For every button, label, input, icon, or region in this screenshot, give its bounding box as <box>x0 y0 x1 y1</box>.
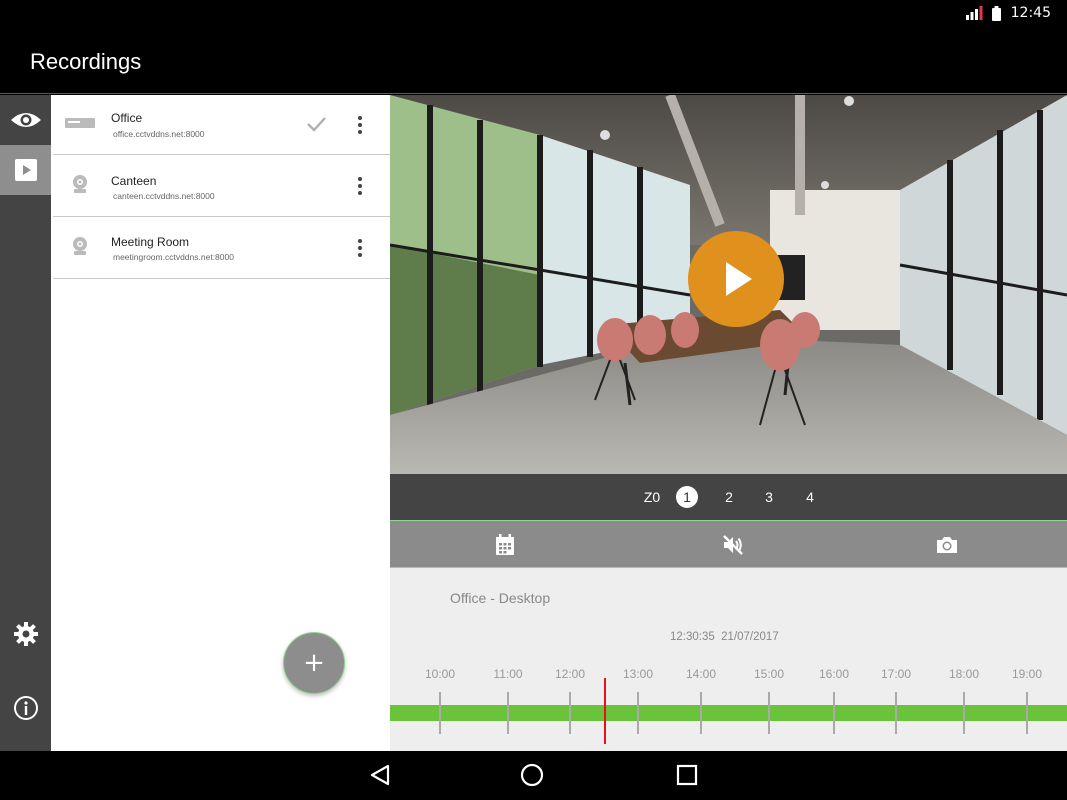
channel-3[interactable]: 3 <box>758 486 780 508</box>
hour-label: 16:00 <box>818 667 850 681</box>
status-time: 12:45 <box>1010 5 1051 21</box>
more-options-icon[interactable] <box>353 236 367 260</box>
device-name: Canteen <box>111 174 157 188</box>
status-bar: 12:45 <box>0 0 1067 28</box>
video-preview[interactable] <box>390 95 1067 474</box>
device-item-canteen[interactable]: Canteen canteen.cctvddns.net:8000 <box>53 155 390 217</box>
snapshot-button[interactable] <box>935 533 959 557</box>
device-host: office.cctvddns.net:8000 <box>113 129 205 139</box>
zoom-button[interactable]: Z0 <box>638 486 666 508</box>
side-rail <box>0 95 51 751</box>
device-host: canteen.cctvddns.net:8000 <box>113 191 215 201</box>
device-item-meeting-room[interactable]: Meeting Room meetingroom.cctvddns.net:80… <box>53 217 390 279</box>
volume-off-icon <box>723 535 743 555</box>
home-button[interactable] <box>518 761 546 789</box>
hour-tick <box>1026 692 1028 734</box>
device-name: Meeting Room <box>111 235 190 249</box>
channel-bar: Z0 1 2 3 4 <box>390 474 1067 520</box>
info-button[interactable] <box>0 683 51 733</box>
timeline-timestamp: 12:30:35 21/07/2017 <box>670 631 779 643</box>
hour-label: 17:00 <box>880 667 912 681</box>
hour-label: 11:00 <box>493 667 523 681</box>
eye-icon <box>10 113 41 127</box>
app-bar: Recordings <box>0 28 1067 94</box>
add-device-button[interactable]: + <box>283 632 345 694</box>
calendar-button[interactable] <box>493 533 517 557</box>
battery-icon <box>991 5 1001 21</box>
channel-4[interactable]: 4 <box>799 486 821 508</box>
device-list-panel: Office office.cctvddns.net:8000 Canteen … <box>51 95 390 751</box>
play-square-icon <box>14 159 37 181</box>
timeline: Office - Desktop 12:30:35 21/07/2017 10:… <box>390 568 1067 751</box>
device-item-office[interactable]: Office office.cctvddns.net:8000 <box>53 95 390 155</box>
settings-button[interactable] <box>0 609 51 659</box>
hour-label: 15:00 <box>753 667 785 681</box>
calendar-icon <box>496 534 514 555</box>
play-button[interactable] <box>688 231 784 327</box>
playhead-cursor[interactable] <box>604 678 606 744</box>
recents-button[interactable] <box>673 761 701 789</box>
recording-bar[interactable] <box>390 705 1067 721</box>
device-name: Office <box>111 111 143 125</box>
back-triangle-icon <box>370 764 390 786</box>
page-title: Recordings <box>30 49 142 74</box>
mute-button[interactable] <box>721 533 745 557</box>
plus-icon: + <box>303 648 325 678</box>
hour-tick <box>963 692 965 734</box>
webcam-icon <box>73 237 87 255</box>
hour-label: 13:00 <box>622 667 654 681</box>
info-icon <box>13 696 38 720</box>
hour-tick <box>700 692 702 734</box>
gear-icon <box>13 622 38 646</box>
hour-tick <box>507 692 509 734</box>
hour-label: 10:00 <box>424 667 456 681</box>
live-view-button[interactable] <box>0 95 51 145</box>
current-date: 21/07/2017 <box>721 631 779 643</box>
recordings-button[interactable] <box>0 145 51 195</box>
check-icon <box>307 117 326 132</box>
status-right: 12:45 <box>965 5 1051 21</box>
system-nav-bar <box>0 751 1067 800</box>
play-icon <box>726 262 752 296</box>
camera-icon <box>937 537 957 553</box>
hour-tick <box>768 692 770 734</box>
hour-tick <box>439 692 441 734</box>
dvr-icon <box>65 118 95 128</box>
home-circle-icon <box>520 763 544 787</box>
hour-tick <box>833 692 835 734</box>
hour-tick <box>637 692 639 734</box>
current-time: 12:30:35 <box>670 631 715 643</box>
signal-icon <box>965 6 983 20</box>
device-host: meetingroom.cctvddns.net:8000 <box>113 252 234 262</box>
channel-1[interactable]: 1 <box>676 486 698 508</box>
back-button[interactable] <box>366 761 394 789</box>
hour-label: 18:00 <box>948 667 980 681</box>
hour-label: 12:00 <box>554 667 586 681</box>
webcam-icon <box>73 175 87 193</box>
playback-toolbar <box>390 520 1067 568</box>
more-options-icon[interactable] <box>353 113 367 137</box>
hour-label: 14:00 <box>685 667 717 681</box>
hour-tick <box>895 692 897 734</box>
more-options-icon[interactable] <box>353 174 367 198</box>
channel-2[interactable]: 2 <box>718 486 740 508</box>
timeline-title: Office - Desktop <box>450 590 551 606</box>
hour-tick <box>569 692 571 734</box>
recents-square-icon <box>676 764 698 786</box>
hour-label: 19:00 <box>1011 667 1043 681</box>
